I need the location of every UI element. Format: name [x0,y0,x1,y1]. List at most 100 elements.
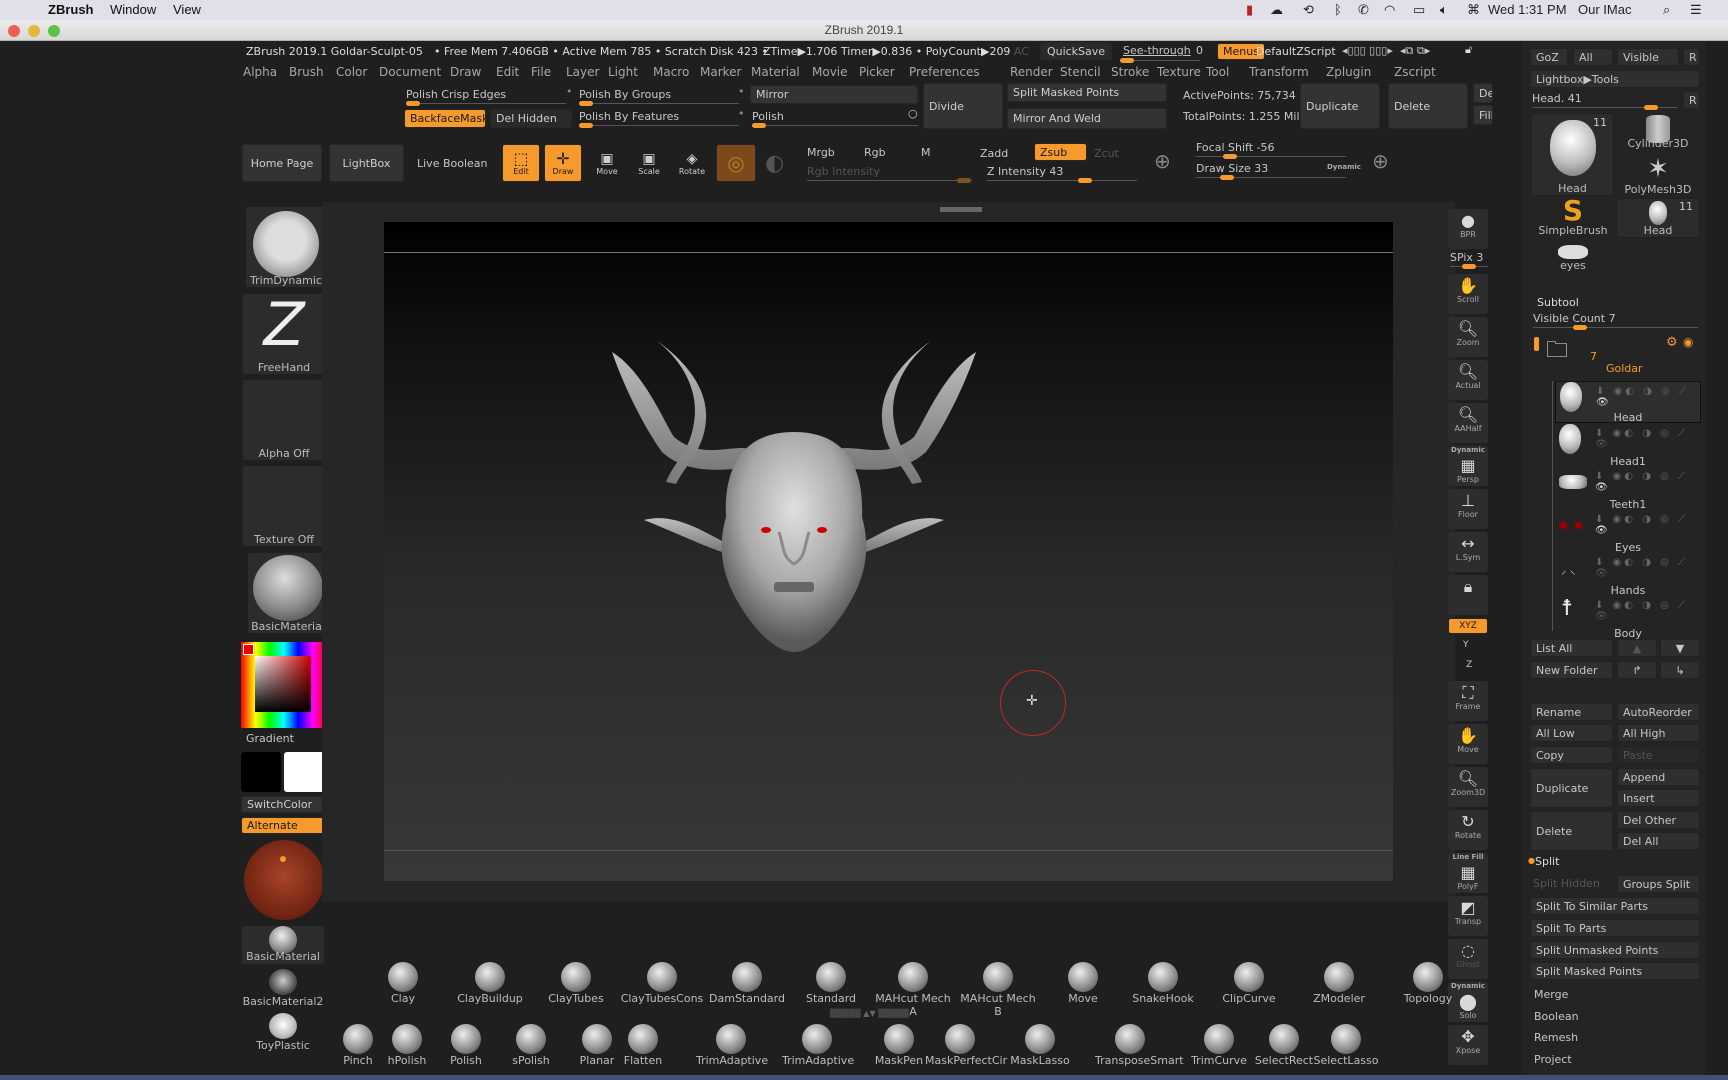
z-rotation-button[interactable]: Z [1466,660,1472,670]
scale-mode-button[interactable]: ▣ Scale [630,144,668,182]
polish-by-features[interactable]: Polish By Features [579,110,679,123]
brush-maskpen[interactable]: MaskPen [864,1024,934,1067]
xyz-rotation-button[interactable]: XYZ [1448,618,1488,634]
subtool-toggle-icons[interactable]: ⬇ ◉◐ ◑ ◎ ⟋ 👁︎ [1595,514,1701,536]
slider-knob[interactable] [1462,264,1476,269]
m-button[interactable]: M [921,146,931,159]
clock[interactable]: Wed 1:31 PM [1488,2,1567,17]
time-machine-icon[interactable]: ⟲ [1303,2,1314,18]
split-to-similar-parts-button[interactable]: Split To Similar Parts [1530,897,1700,915]
color-picker[interactable] [241,642,327,728]
light-position-icon[interactable] [280,856,286,862]
volume-icon[interactable]: 🔈︎ [1440,2,1448,18]
brush-trimadaptive[interactable]: TrimAdaptive [696,1024,768,1067]
copy-button[interactable]: Copy [1530,746,1613,764]
head-slider-label[interactable]: Head. 41 [1532,92,1582,105]
brush-maskperfectcir[interactable]: MaskPerfectCir [925,1024,1007,1067]
split-masked-points-shelf-button[interactable]: Split Masked Points [1007,83,1167,102]
menu-stencil[interactable]: Stencil [1060,65,1101,79]
brush-trimadaptive[interactable]: TrimAdaptive [782,1024,854,1067]
menu-zscript[interactable]: Zscript [1394,65,1436,79]
right-shelf-aahalf-button[interactable]: 🔍︎ AAHalf [1448,403,1488,443]
brush-move[interactable]: Move [1040,962,1126,1005]
brush-polish[interactable]: Polish [431,1024,501,1067]
tool-thumb-cylinder3d[interactable]: Cylinder3D [1616,113,1700,153]
groups-split-button[interactable]: Groups Split [1617,875,1700,893]
subtool-toggle-icons[interactable]: ⬇ ◉◐ ◑ ◎ ⟋ 👁︎ [1595,428,1701,450]
phone-icon[interactable]: ✆ [1358,2,1369,18]
subtool-toggle-icons[interactable]: ⬇ ◉◐ ◑ ◎ ⟋ 👁︎ [1596,386,1700,408]
rgb-button[interactable]: Rgb [864,146,886,159]
bpr-button[interactable]: ● BPR [1448,209,1488,249]
edit-mode-button[interactable]: ⬚ Edit [502,144,540,182]
head-slider[interactable] [1532,105,1677,110]
menu-edit[interactable]: Edit [496,65,519,79]
polish-label[interactable]: Polish [752,110,784,123]
menu-transform[interactable]: Transform [1249,65,1309,79]
quicksave-button[interactable]: QuickSave [1040,42,1112,60]
y-rotation-button[interactable]: Y [1463,640,1469,650]
subtool-visibility-icon[interactable]: 👁︎ [1595,439,1611,450]
boolean-section[interactable]: Boolean [1528,1005,1700,1027]
slider-knob[interactable] [957,178,971,183]
brush-clipcurve[interactable]: ClipCurve [1206,962,1292,1005]
new-folder-button[interactable]: New Folder [1530,661,1613,679]
right-shelf-zoom3d-button[interactable]: 🔍︎ Zoom3D [1448,767,1488,807]
material-basic-tile[interactable]: BasicMaterial [241,925,325,965]
split-section[interactable]: Split [1535,855,1559,868]
default-zscript[interactable]: DefaultZScript [1256,45,1336,58]
rgb-intensity-label[interactable]: Rgb Intensity [807,165,880,178]
document-scroll-handle[interactable] [940,207,982,212]
lightbox-tools-button[interactable]: Lightbox▶Tools [1530,70,1700,88]
canvas-viewport[interactable]: ✛ [384,222,1393,881]
de-button[interactable]: De [1473,83,1493,103]
right-shelf-transp-button[interactable]: ◩ Transp [1448,896,1488,936]
brush-selectrect[interactable]: SelectRect [1249,1024,1319,1067]
subtool-toggle-icons[interactable]: ⬇ ◉◐ ◑ ◎ ⟋ 👁︎ [1595,600,1701,622]
rgb-intensity-slider[interactable] [807,178,972,183]
zoom-window-button[interactable] [48,25,60,37]
all-high-button[interactable]: All High [1617,724,1700,742]
divide-button[interactable]: Divide [923,83,1003,129]
menu-render[interactable]: Render [1010,65,1053,79]
subtool-visibility-icon[interactable]: 👁︎ [1595,482,1611,493]
mac-menu-app[interactable]: ZBrush [48,2,94,17]
rename-button[interactable]: Rename [1530,703,1613,721]
subtool-item[interactable]: ⬇ ◉◐ ◑ ◎ ⟋ 👁︎ Head [1555,381,1701,424]
all-button[interactable]: All [1573,48,1613,66]
remesh-section[interactable]: Remesh [1528,1026,1700,1048]
scroll-left-icon[interactable]: ◂▯▯▯ ▯▯▯▸ [1342,44,1393,57]
visible-count-slider[interactable] [1533,325,1698,330]
right-shelf-floor-button[interactable]: ⊥ Floor [1448,489,1488,529]
tool-thumb-polymesh3d[interactable]: ✶ PolyMesh3D [1616,155,1700,196]
tool-thumb-head[interactable]: 11 Head [1531,113,1614,196]
right-shelf-lock-button[interactable]: 🔒︎ [1448,575,1488,615]
close-window-button[interactable] [8,25,20,37]
right-shelf-actual-button[interactable]: 🔍︎ Actual [1448,360,1488,400]
backface-mask-toggle[interactable]: BackfaceMask [404,109,486,128]
right-shelf-frame-button[interactable]: ⛶ Frame [1448,681,1488,721]
folder-gear-icon[interactable]: ⚙ [1666,335,1678,350]
brush-topology[interactable]: Topology [1385,962,1471,1005]
menu-tool[interactable]: Tool [1206,65,1229,79]
mirror-and-weld-button[interactable]: Mirror And Weld [1007,108,1167,129]
tool-thumb-simplebrush[interactable]: S SimpleBrush [1531,197,1615,238]
subtool-item[interactable]: ● ● ⬇ ◉◐ ◑ ◎ ⟋ 👁︎ Eyes [1555,510,1701,554]
right-shelf-rotate-button[interactable]: ↻ Rotate [1448,810,1488,850]
brush-selectlasso[interactable]: SelectLasso [1311,1024,1381,1067]
brush-transposesmart[interactable]: TransposeSmart [1095,1024,1184,1067]
alpha-selector[interactable]: Alpha Off [242,379,326,461]
r-button[interactable]: R [1683,48,1700,66]
subtool-item[interactable]: ⬇ ◉◐ ◑ ◎ ⟋ 👁︎ Teeth1 [1555,467,1701,511]
color-picker-square[interactable] [255,656,311,712]
slider-knob[interactable] [579,123,593,128]
bluetooth-icon[interactable]: ᛒ [1334,2,1342,17]
brush-selector[interactable]: TrimDynamic [245,206,327,288]
move-down-icon[interactable]: ▼ [1660,639,1700,657]
menu-draw[interactable]: Draw [450,65,481,79]
visible-button[interactable]: Visible [1617,48,1679,66]
material-sphere-preview[interactable] [244,840,324,920]
subtool-toggle-icons[interactable]: ⬇ ◉◐ ◑ ◎ ⟋ 👁︎ [1595,471,1701,493]
material-basic2-tile[interactable]: BasicMaterial2 [241,969,325,1009]
duplicate-shelf-button[interactable]: Duplicate [1300,83,1380,129]
